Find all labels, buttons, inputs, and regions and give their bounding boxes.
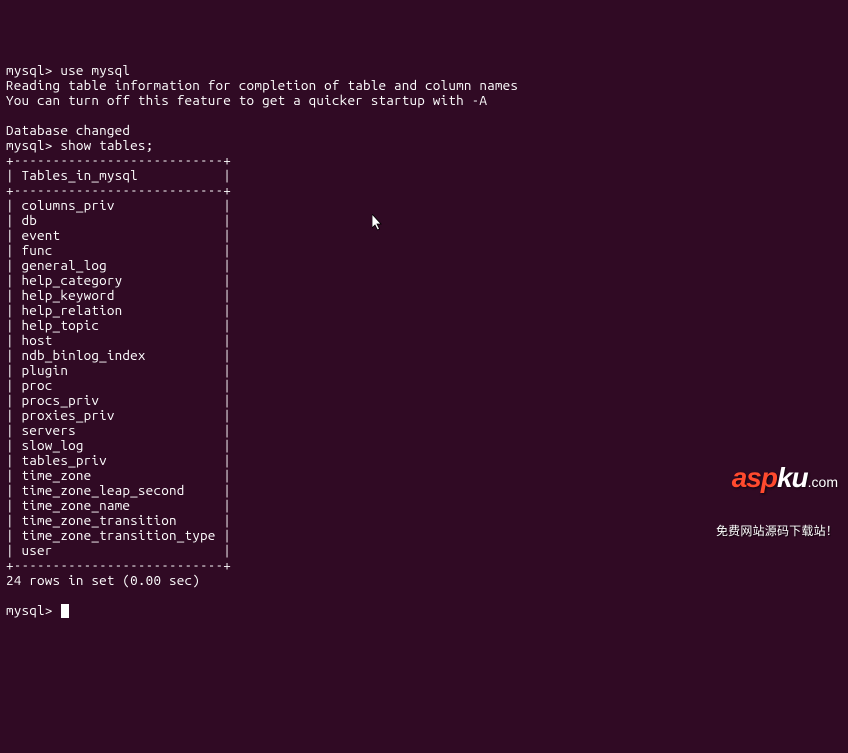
table-row: | plugin | xyxy=(6,362,231,378)
table-row: | time_zone_name | xyxy=(6,497,231,513)
command-2: show tables; xyxy=(60,137,153,153)
table-row: | help_keyword | xyxy=(6,287,231,303)
table-row: | time_zone_transition_type | xyxy=(6,527,231,543)
table-row: | procs_priv | xyxy=(6,392,231,408)
table-header: | Tables_in_mysql | xyxy=(6,167,231,183)
result-summary: 24 rows in set (0.00 sec) xyxy=(6,572,200,588)
table-border: +---------------------------+ xyxy=(6,557,231,573)
table-row: | proxies_priv | xyxy=(6,407,231,423)
terminal-cursor[interactable] xyxy=(61,604,69,618)
command-1: use mysql xyxy=(60,62,130,78)
table-border: +---------------------------+ xyxy=(6,182,231,198)
msg-changed: Database changed xyxy=(6,122,130,138)
table-row: | time_zone_transition | xyxy=(6,512,231,528)
table-row: | servers | xyxy=(6,422,231,438)
table-row: | ndb_binlog_index | xyxy=(6,347,231,363)
prompt: mysql> xyxy=(6,137,53,153)
terminal-output[interactable]: mysql> use mysql Reading table informati… xyxy=(6,63,842,618)
table-row: | slow_log | xyxy=(6,437,231,453)
table-row: | help_category | xyxy=(6,272,231,288)
prompt: mysql> xyxy=(6,602,53,618)
table-row: | columns_priv | xyxy=(6,197,231,213)
table-row: | help_topic | xyxy=(6,317,231,333)
prompt: mysql> xyxy=(6,62,53,78)
msg-turnoff: You can turn off this feature to get a q… xyxy=(6,92,487,108)
table-border: +---------------------------+ xyxy=(6,152,231,168)
msg-reading: Reading table information for completion… xyxy=(6,77,518,93)
table-row: | general_log | xyxy=(6,257,231,273)
table-row: | proc | xyxy=(6,377,231,393)
table-row: | event | xyxy=(6,227,231,243)
table-row: | time_zone | xyxy=(6,467,231,483)
table-row: | db | xyxy=(6,212,231,228)
table-row: | user | xyxy=(6,542,231,558)
table-row: | host | xyxy=(6,332,231,348)
table-row: | func | xyxy=(6,242,231,258)
table-row: | tables_priv | xyxy=(6,452,231,468)
table-row: | help_relation | xyxy=(6,302,231,318)
table-row: | time_zone_leap_second | xyxy=(6,482,231,498)
